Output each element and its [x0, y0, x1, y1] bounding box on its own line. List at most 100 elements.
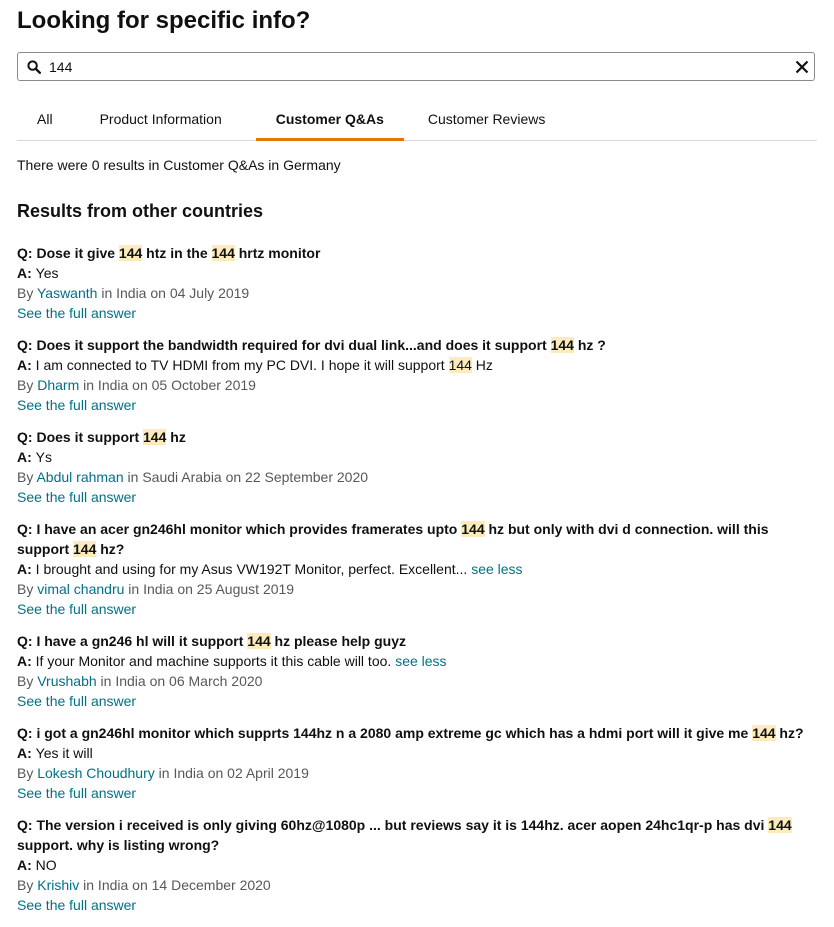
author-link[interactable]: Lokesh Choudhury [37, 765, 155, 781]
search-highlight: 144 [448, 357, 472, 373]
text-segment: support. why is listing wrong? [17, 837, 220, 853]
text-segment: If your Monitor and machine supports it … [35, 653, 392, 669]
text-segment: I brought and using for my Asus VW192T M… [35, 561, 468, 577]
author-link[interactable]: Abdul rahman [36, 469, 123, 485]
see-full-answer-row: See the full answer [17, 487, 817, 507]
tab-customer-reviews[interactable]: Customer Reviews [406, 99, 565, 140]
see-less-link[interactable]: see less [395, 653, 446, 669]
byline-prefix: By [17, 673, 38, 689]
search-highlight: 144 [461, 521, 485, 537]
search-box [17, 52, 815, 81]
author-link[interactable]: Vrushabh [37, 673, 96, 689]
search-highlight: 144 [768, 817, 792, 833]
search-icon [27, 59, 41, 74]
byline-location-date: in India on 02 April 2019 [154, 765, 309, 781]
text-segment: hrtz monitor [234, 245, 321, 261]
author-link[interactable]: Krishiv [37, 877, 79, 893]
byline: By Dharm in India on 05 October 2019 [17, 375, 817, 395]
answer-label: A: [17, 265, 36, 281]
text-segment: NO [35, 857, 57, 873]
answer: A: I am connected to TV HDMI from my PC … [17, 355, 817, 375]
see-full-answer-row: See the full answer [17, 783, 817, 803]
answer-label: A: [17, 857, 36, 873]
byline-prefix: By [17, 285, 37, 301]
tab-all[interactable]: All [17, 99, 80, 140]
search-highlight: 144 [550, 337, 574, 353]
question: Q: The version i received is only giving… [17, 815, 817, 855]
text-segment: Dose it give [36, 245, 119, 261]
clear-search-icon[interactable] [794, 59, 810, 75]
see-full-answer-row: See the full answer [17, 303, 817, 323]
question: Q: Does it support 144 hz [17, 427, 817, 447]
see-full-answer-link[interactable]: See the full answer [17, 305, 136, 321]
text-segment: hz [166, 429, 186, 445]
text-segment: I have an acer gn246hl monitor which pro… [36, 521, 462, 537]
byline: By Vrushabh in India on 06 March 2020 [17, 671, 817, 691]
section-title: Results from other countries [17, 201, 264, 221]
byline-location-date: in India on 14 December 2020 [79, 877, 271, 893]
see-full-answer-link[interactable]: See the full answer [17, 397, 136, 413]
search-input[interactable] [49, 53, 794, 80]
byline: By Abdul rahman in Saudi Arabia on 22 Se… [17, 467, 817, 487]
text-segment: hz please help guyz [270, 633, 407, 649]
question-label: Q: [17, 429, 37, 445]
search-highlight: 144 [73, 541, 97, 557]
see-full-answer-link[interactable]: See the full answer [17, 489, 136, 505]
qa-item: Q: The version i received is only giving… [17, 815, 817, 915]
see-full-answer-link[interactable]: See the full answer [17, 785, 136, 801]
qa-item: Q: I have a gn246 hl will it support 144… [17, 631, 817, 711]
byline-location-date: in India on 25 August 2019 [124, 581, 295, 597]
search-highlight: 144 [752, 725, 776, 741]
qa-item: Q: I have an acer gn246hl monitor which … [17, 519, 817, 619]
author-link[interactable]: Dharm [37, 377, 79, 393]
byline: By Krishiv in India on 14 December 2020 [17, 875, 817, 895]
text-segment: hz ? [573, 337, 606, 353]
answer: A: Ys [17, 447, 817, 467]
answer: A: If your Monitor and machine supports … [17, 651, 817, 671]
text-segment: The version i received is only giving 60… [36, 817, 769, 833]
qa-item: Q: Dose it give 144 htz in the 144 hrtz … [17, 243, 817, 323]
tab-bar: All Product Information Customer Q&As Custo… [17, 99, 817, 141]
question: Q: I have a gn246 hl will it support 144… [17, 631, 817, 651]
page-title: Looking for specific info? [17, 7, 311, 34]
answer: A: Yes [17, 263, 817, 283]
see-full-answer-row: See the full answer [17, 395, 817, 415]
see-less-link[interactable]: see less [471, 561, 522, 577]
see-full-answer-link[interactable]: See the full answer [17, 693, 136, 709]
text-segment: Ys [35, 449, 53, 465]
see-full-answer-row: See the full answer [17, 691, 817, 711]
see-full-answer-link[interactable]: See the full answer [17, 601, 136, 617]
tab-customer-q-as[interactable]: Customer Q&As [255, 99, 405, 141]
see-full-answer-link[interactable]: See the full answer [17, 897, 136, 913]
byline: By vimal chandru in India on 25 August 2… [17, 579, 817, 599]
byline-location-date: in India on 05 October 2019 [79, 377, 256, 393]
answer-label: A: [17, 561, 36, 577]
qa-item: Q: Does it support the bandwidth require… [17, 335, 817, 415]
byline-prefix: By [17, 877, 38, 893]
question-label: Q: [17, 633, 37, 649]
text-segment: hz? [775, 725, 804, 741]
text-segment: I have a gn246 hl will it support [36, 633, 248, 649]
qa-item: Q: Does it support 144 hz A: Ys By Abdul r… [17, 427, 817, 507]
author-link[interactable]: Yaswanth [37, 285, 97, 301]
tab-product-information[interactable]: Product Information [80, 99, 242, 140]
byline-prefix: By [17, 377, 38, 393]
qa-item: Q: i got a gn246hl monitor which supprts… [17, 723, 817, 803]
text-segment: Hz [471, 357, 493, 373]
question: Q: i got a gn246hl monitor which supprts… [17, 723, 817, 743]
results-status: There were 0 results in Customer Q&As in… [17, 157, 341, 173]
answer-label: A: [17, 653, 36, 669]
answer: A: Yes it will [17, 743, 817, 763]
byline-location-date: in India on 04 July 2019 [97, 285, 250, 301]
text-segment: i got a gn246hl monitor which supprts 14… [36, 725, 753, 741]
answer-label: A: [17, 745, 36, 761]
search-highlight: 144 [118, 245, 143, 261]
question-label: Q: [17, 337, 37, 353]
answer: A: I brought and using for my Asus VW192… [17, 559, 817, 579]
text-segment: I am connected to TV HDMI from my PC DVI… [35, 357, 449, 373]
answer: A: NO [17, 855, 817, 875]
author-link[interactable]: vimal chandru [37, 581, 124, 597]
byline: By Yaswanth in India on 04 July 2019 [17, 283, 817, 303]
answer-label: A: [17, 449, 36, 465]
byline-prefix: By [17, 581, 38, 597]
